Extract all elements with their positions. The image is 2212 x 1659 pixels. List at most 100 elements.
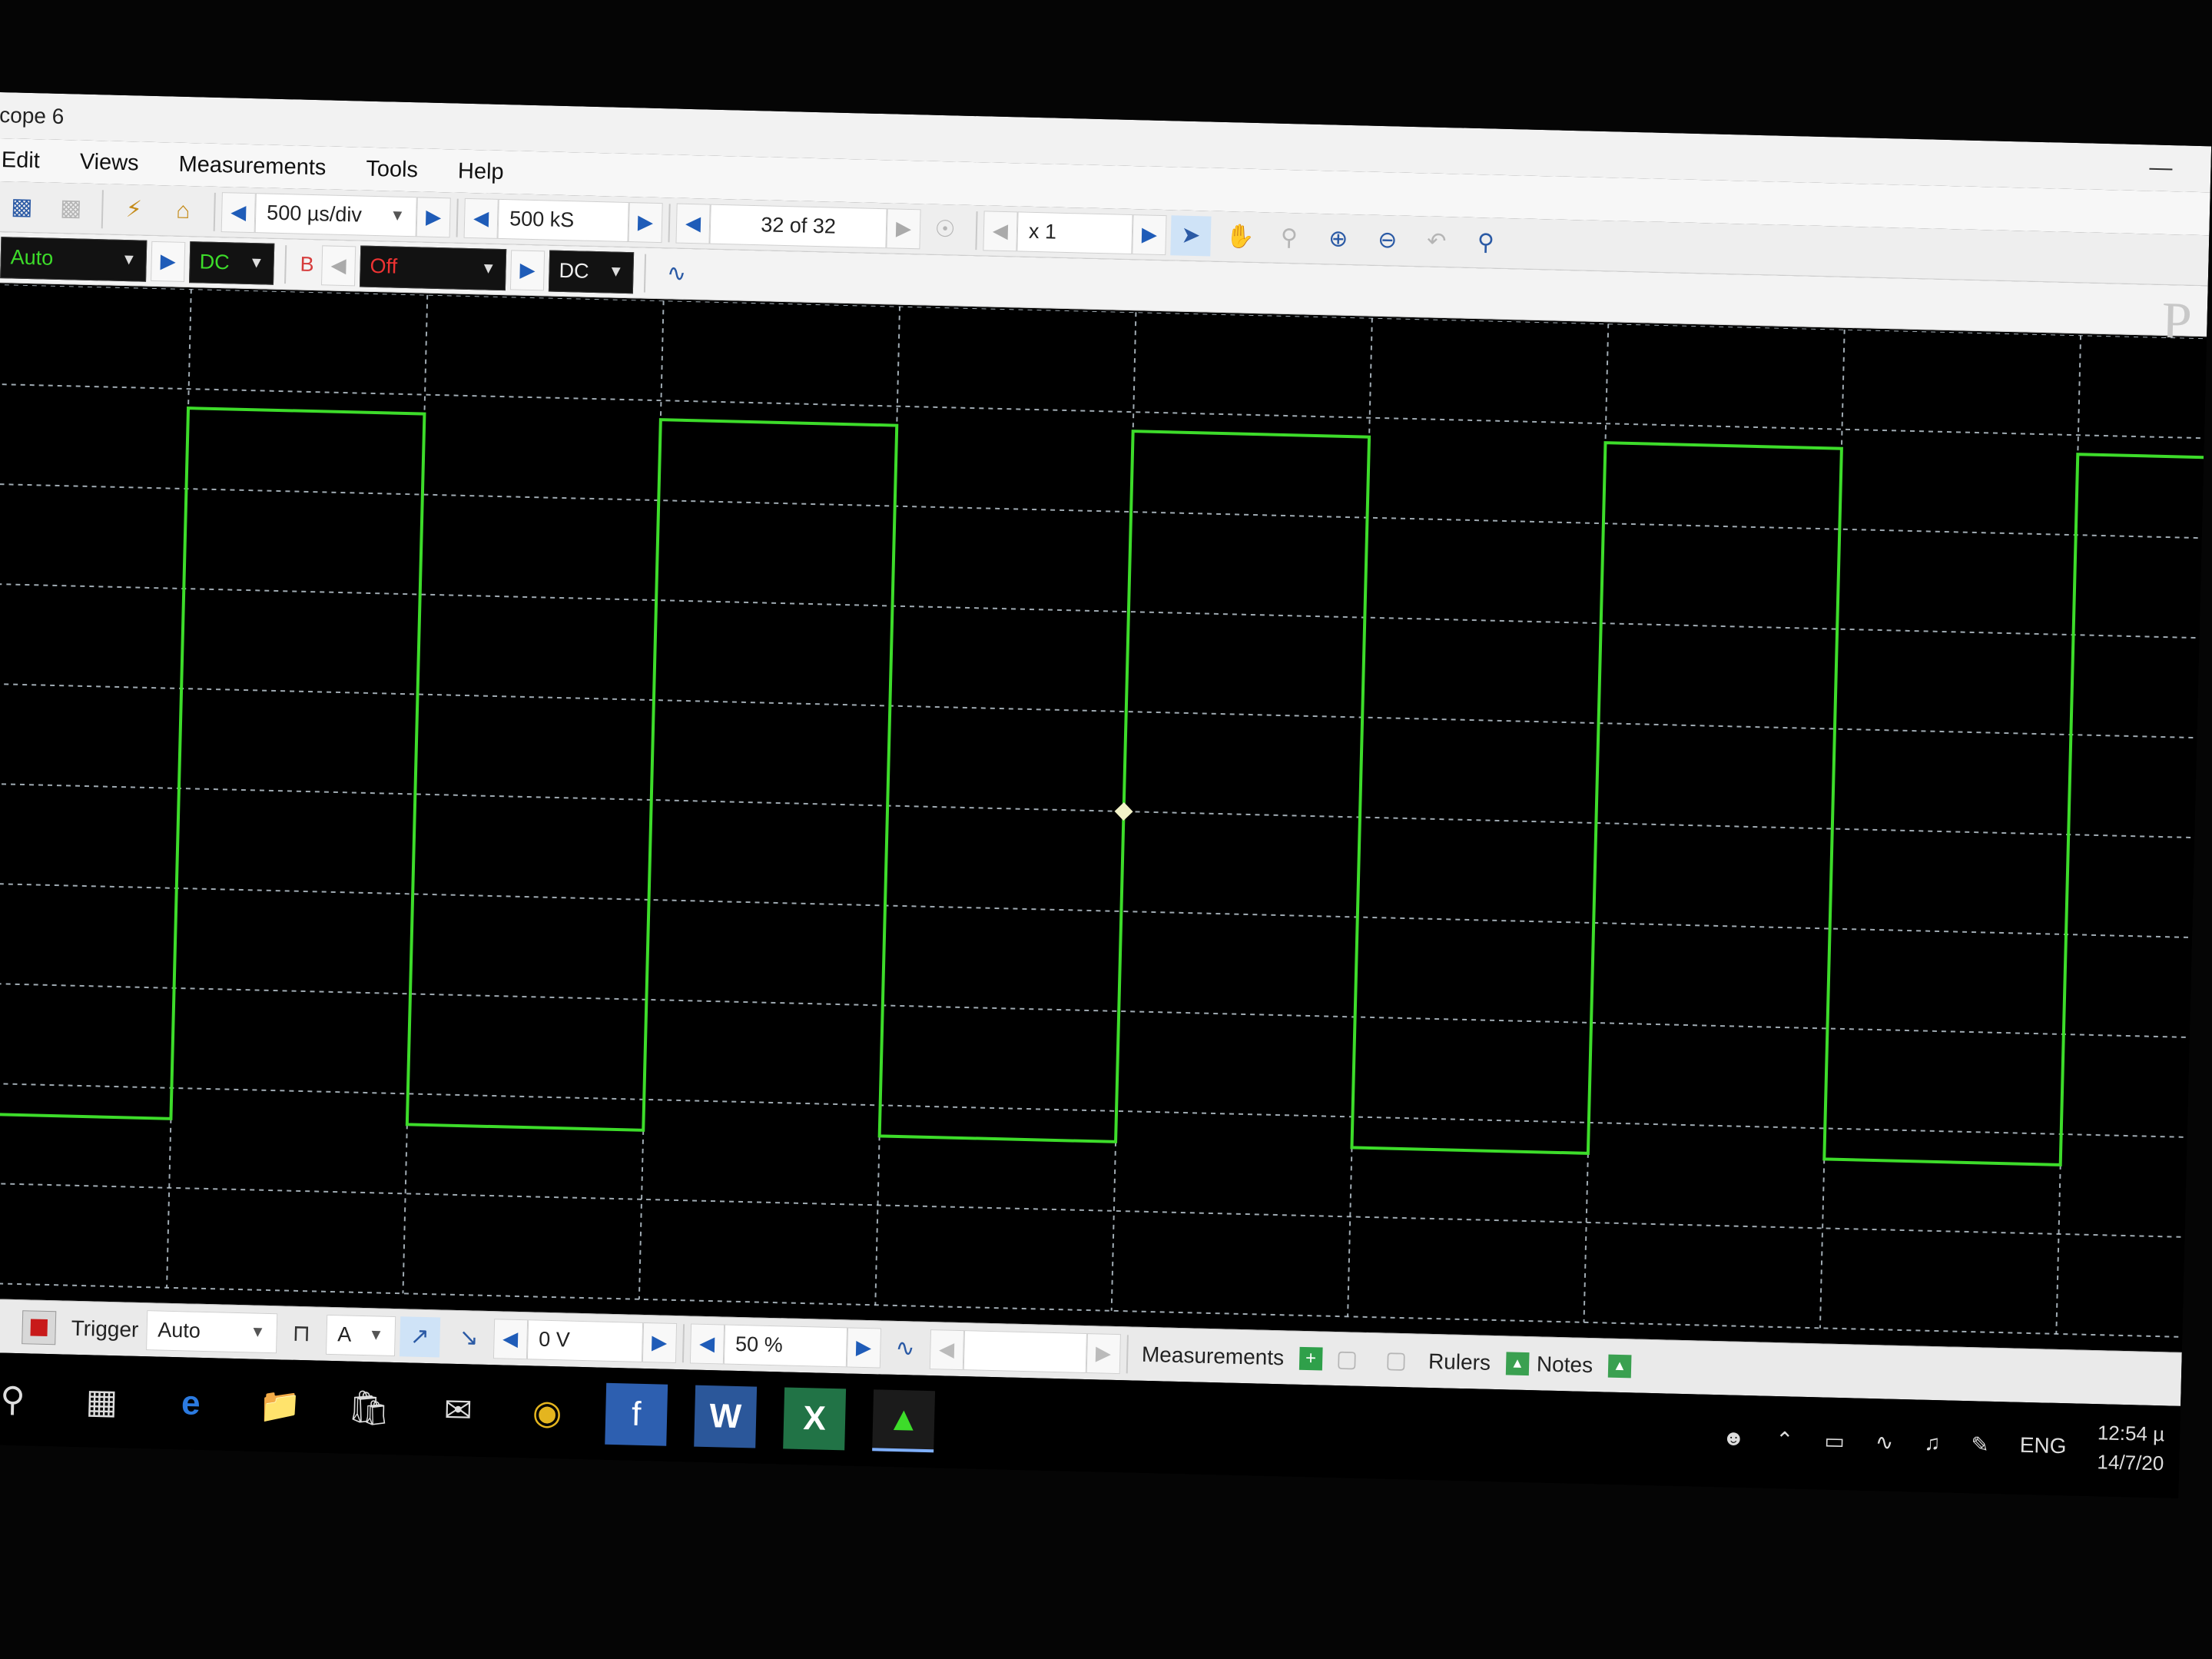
trigger-mode-value: Auto <box>158 1318 201 1342</box>
excel-icon[interactable]: X <box>783 1387 847 1451</box>
zoom-next-arrow[interactable]: ▶ <box>1132 214 1167 255</box>
zoom-out-icon[interactable]: ⊖ <box>1367 220 1408 260</box>
scope-mode-icon[interactable]: ▩ <box>2 187 42 227</box>
channel-a-coupling-select[interactable]: DC ▼ <box>189 241 275 285</box>
grid-line-horizontal <box>0 1182 2185 1238</box>
menu-help[interactable]: Help <box>455 158 507 185</box>
measurements-label: Measurements <box>1141 1342 1285 1369</box>
search-icon[interactable]: ⚲ <box>0 1368 44 1431</box>
edge-browser-icon[interactable]: e <box>159 1372 222 1435</box>
timebase-value: 500 µs/div <box>266 201 363 227</box>
spectrum-mode-icon[interactable]: ▩ <box>51 187 91 228</box>
advanced-trigger-icon[interactable]: ⊓ <box>281 1313 322 1354</box>
timebase-select[interactable]: 500 µs/div ▼ <box>254 192 417 237</box>
rising-edge-icon[interactable]: ↗ <box>399 1316 440 1357</box>
clock[interactable]: 12:54 µ 14/7/20 <box>2097 1418 2165 1478</box>
falling-edge-icon[interactable]: ↘ <box>449 1317 489 1358</box>
trigger-level-field[interactable]: 0 V <box>526 1319 643 1362</box>
trigger-mode-select[interactable]: Auto ▼ <box>145 1309 277 1353</box>
battery-icon[interactable]: ▭ <box>1824 1428 1845 1454</box>
wifi-icon[interactable]: ∿ <box>1875 1429 1894 1455</box>
channel-b-range-value: Off <box>370 254 398 278</box>
menu-tools[interactable]: Tools <box>363 156 421 183</box>
buffer-next-arrow[interactable]: ▶ <box>886 207 921 249</box>
menu-edit[interactable]: Edit <box>0 147 43 173</box>
buffer-field[interactable]: 32 of 32 <box>709 204 887 248</box>
undo-zoom-icon[interactable]: ↶ <box>1416 221 1457 262</box>
scope-display[interactable]: -2,0-1,5-1,0-0,50,00,51,01,52,0 <box>0 284 2207 1352</box>
pen-icon[interactable]: ✎ <box>1971 1432 1989 1458</box>
trigger-channel-select[interactable]: A ▼ <box>325 1314 396 1356</box>
trigger-level-prev-arrow[interactable]: ◀ <box>492 1318 528 1359</box>
channel-b-range-select[interactable]: Off ▼ <box>359 245 507 290</box>
trigger-marker-icon <box>1114 802 1133 821</box>
grid-line-horizontal <box>0 483 2202 539</box>
clock-date: 14/7/20 <box>2097 1450 2164 1475</box>
zoom-in-icon[interactable]: ⊕ <box>1318 218 1358 259</box>
run-icon[interactable]: ▶ <box>0 1306 10 1346</box>
pretrigger-prev-arrow[interactable]: ◀ <box>689 1322 725 1364</box>
buffer-prev-arrow[interactable]: ◀ <box>675 203 711 244</box>
chrome-icon[interactable]: ◉ <box>516 1381 579 1444</box>
zoom-value: x 1 <box>1028 219 1057 244</box>
volume-icon[interactable]: ♫ <box>1924 1431 1941 1456</box>
post-trigger-icon[interactable]: ∿ <box>884 1328 925 1369</box>
samples-field[interactable]: 500 kS <box>497 198 629 242</box>
facebook-icon[interactable]: f <box>605 1382 668 1446</box>
scope-grid <box>0 284 2207 1338</box>
trigger-level-next-arrow[interactable]: ▶ <box>642 1322 677 1363</box>
menu-views[interactable]: Views <box>76 149 142 176</box>
chevron-down-icon: ▼ <box>390 207 406 224</box>
trigger-channel-value: A <box>337 1322 352 1346</box>
channel-b-next-arrow[interactable]: ▶ <box>509 249 546 290</box>
system-tray: ☻ ⌃ ▭ ∿ ♫ ✎ ENG 12:54 µ 14/7/20 <box>1722 1408 2165 1478</box>
language-indicator[interactable]: ENG <box>2019 1433 2066 1458</box>
notes-toggle-icon[interactable]: ▲ <box>1607 1354 1632 1378</box>
samples-next-arrow[interactable]: ▶ <box>628 201 663 243</box>
channel-b-coupling-select[interactable]: DC ▼ <box>548 250 635 294</box>
hand-tool-icon[interactable]: ✋ <box>1219 216 1260 257</box>
delete-measurement-icon[interactable]: ▢ <box>1375 1340 1416 1381</box>
channel-a-range-select[interactable]: Auto ▼ <box>0 236 148 282</box>
home-icon[interactable]: ⌂ <box>163 191 204 231</box>
word-icon[interactable]: W <box>694 1385 758 1448</box>
compass-icon[interactable]: ☉ <box>924 209 965 250</box>
menu-measurements[interactable]: Measurements <box>175 151 330 181</box>
timebase-next-arrow[interactable]: ▶ <box>416 196 451 237</box>
trigger-label: Trigger <box>71 1316 139 1342</box>
signal-generator-icon[interactable]: ∿ <box>656 253 697 294</box>
channel-b-prev-arrow[interactable]: ◀ <box>321 244 357 286</box>
rulers-toggle-icon[interactable]: ▲ <box>1505 1351 1530 1375</box>
clock-time: 12:54 µ <box>2097 1421 2165 1446</box>
file-explorer-icon[interactable]: 📁 <box>248 1374 311 1437</box>
zoom-100-icon[interactable]: ⚲ <box>1465 222 1506 263</box>
zoom-area-icon[interactable]: ⚲ <box>1269 217 1309 258</box>
samples-prev-arrow[interactable]: ◀ <box>463 197 499 239</box>
add-measurement-icon[interactable]: + <box>1298 1346 1323 1371</box>
minimize-button[interactable]: — <box>2149 144 2173 191</box>
toolbar-divider <box>101 189 104 228</box>
trigger-level-value: 0 V <box>538 1327 571 1352</box>
chevron-up-icon[interactable]: ⌃ <box>1776 1426 1794 1452</box>
delay-prev-arrow[interactable]: ◀ <box>929 1329 964 1370</box>
task-view-icon[interactable]: ▦ <box>70 1370 133 1433</box>
timebase-prev-arrow[interactable]: ◀ <box>221 191 256 233</box>
people-icon[interactable]: ☻ <box>1722 1425 1745 1451</box>
edit-measurement-icon[interactable]: ▢ <box>1326 1339 1367 1379</box>
delay-field[interactable] <box>963 1329 1087 1373</box>
channel-b-coupling-value: DC <box>559 258 589 283</box>
delay-next-arrow[interactable]: ▶ <box>1086 1332 1121 1374</box>
pointer-tool-icon[interactable]: ➤ <box>1170 214 1212 257</box>
store-icon[interactable]: 🛍 <box>337 1376 400 1439</box>
auto-setup-icon[interactable]: ⚡ <box>114 189 154 230</box>
chevron-down-icon: ▼ <box>368 1326 384 1344</box>
zoom-field[interactable]: x 1 <box>1016 211 1133 254</box>
mail-icon[interactable]: ✉ <box>426 1379 489 1442</box>
grid-line-horizontal <box>0 982 2190 1038</box>
picoscope-app-icon[interactable]: ▲ <box>872 1389 936 1453</box>
stop-button[interactable] <box>22 1309 57 1345</box>
pretrigger-next-arrow[interactable]: ▶ <box>846 1326 881 1368</box>
zoom-prev-arrow[interactable]: ◀ <box>983 210 1018 251</box>
channel-a-next-arrow[interactable]: ▶ <box>151 241 186 282</box>
pretrigger-field[interactable]: 50 % <box>723 1324 847 1367</box>
